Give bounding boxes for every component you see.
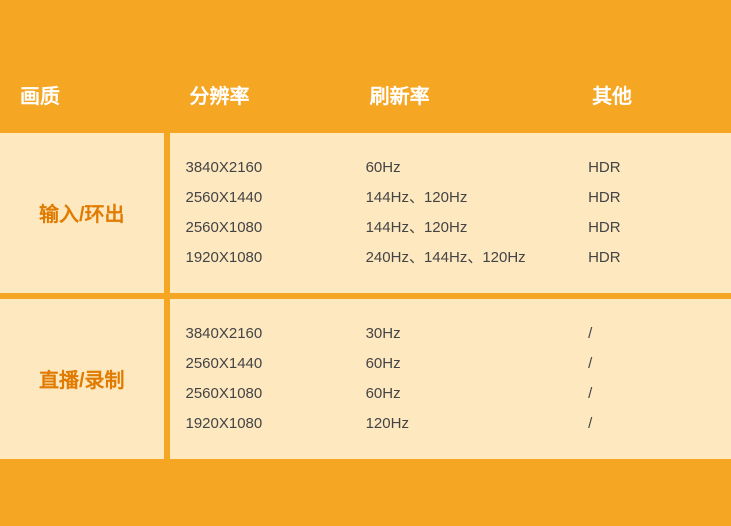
other-input: HDR HDR HDR HDR xyxy=(572,133,731,293)
refresh-stream: 30Hz 60Hz 60Hz 120Hz xyxy=(350,299,572,459)
header-resolution: 分辨率 xyxy=(170,62,350,127)
table-header: 画质 分辨率 刷新率 其他 xyxy=(0,62,731,127)
refresh-input: 60Hz 144Hz、120Hz 144Hz、120Hz 240Hz、144Hz… xyxy=(350,133,572,293)
header-other: 其他 xyxy=(572,62,731,127)
other-stream: / / / / xyxy=(572,299,731,459)
resolution-stream: 3840X2160 2560X1440 2560X1080 1920X1080 xyxy=(170,299,350,459)
resolution-input: 3840X2160 2560X1440 2560X1080 1920X1080 xyxy=(170,133,350,293)
header-refresh: 刷新率 xyxy=(350,62,572,127)
table-row: 直播/录制 3840X2160 2560X1440 2560X1080 1920… xyxy=(0,299,731,459)
table-row: 输入/环出 3840X2160 2560X1440 2560X1080 1920… xyxy=(0,133,731,293)
specs-table: 画质 分辨率 刷新率 其他 输入/环出 3840X2160 2560X1440 … xyxy=(0,62,731,465)
gap-row-3 xyxy=(0,459,731,465)
category-input: 输入/环出 xyxy=(0,133,170,293)
category-stream: 直播/录制 xyxy=(0,299,170,459)
header-quality: 画质 xyxy=(0,62,170,127)
